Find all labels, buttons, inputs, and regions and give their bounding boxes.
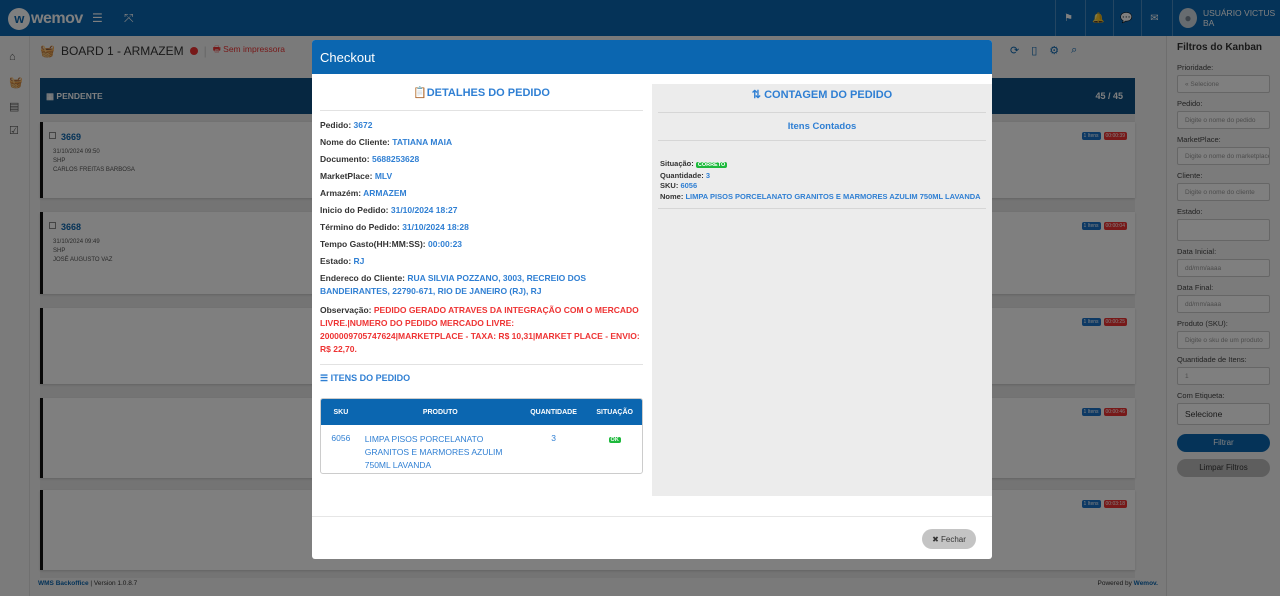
detail-field: Armazém: ARMAZEM bbox=[320, 188, 407, 198]
close-button[interactable]: ✖ Fechar bbox=[922, 529, 976, 549]
col-sku: SKU bbox=[333, 408, 349, 416]
detail-field: Pedido: 3672 bbox=[320, 120, 373, 130]
detail-field: Documento: 5688253628 bbox=[320, 154, 420, 164]
details-title: 📋DETALHES DO PEDIDO bbox=[413, 87, 550, 99]
row-sku: 6056 bbox=[331, 433, 351, 443]
counted-item: Situação: CORRETO Quantidade: 3 SKU: 605… bbox=[660, 159, 981, 201]
table-row: 6056 LIMPA PISOS PORCELANATO GRANITOS E … bbox=[321, 425, 642, 472]
col-product: PRODUTO bbox=[422, 408, 458, 416]
row-quantity: 3 bbox=[551, 433, 556, 443]
order-details: 📋DETALHES DO PEDIDO Pedido: 3672 Nome do… bbox=[320, 86, 643, 474]
address-field: Endereco do Cliente: RUA SILVIA POZZANO,… bbox=[320, 273, 587, 296]
detail-field: Término do Pedido: 31/10/2024 18:28 bbox=[320, 222, 469, 232]
modal-footer: ✖ Fechar bbox=[312, 516, 992, 559]
detail-field: Estado: RJ bbox=[320, 256, 365, 266]
detail-field: Tempo Gasto(HH:MM:SS): 00:00:23 bbox=[320, 239, 463, 249]
modal-body: 📋DETALHES DO PEDIDO Pedido: 3672 Nome do… bbox=[312, 74, 992, 516]
status-badge: CORRETO bbox=[695, 162, 728, 168]
detail-field: MarketPlace: MLV bbox=[320, 171, 393, 181]
sort-icon: ⇅ bbox=[751, 89, 761, 101]
clipboard-icon: 📋 bbox=[413, 87, 427, 99]
modal-title: Checkout bbox=[320, 49, 375, 65]
order-count: ⇅ CONTAGEM DO PEDIDO Itens Contados Situ… bbox=[652, 84, 992, 496]
items-table: SKU PRODUTO QUANTIDADE SITUAÇÃO 6056 LIM… bbox=[320, 398, 643, 474]
observation-field: Observação: PEDIDO GERADO ATRAVES DA INT… bbox=[320, 305, 640, 354]
items-title: ☰ ITENS DO PEDIDO bbox=[320, 373, 411, 383]
modal-header: Checkout bbox=[312, 40, 992, 74]
list-icon: ☰ bbox=[320, 373, 329, 383]
detail-field: Inicio do Pedido: 31/10/2024 18:27 bbox=[320, 205, 458, 215]
col-quantity: QUANTIDADE bbox=[530, 408, 577, 416]
row-status: OK bbox=[608, 437, 621, 443]
table-header: SKU PRODUTO QUANTIDADE SITUAÇÃO bbox=[321, 399, 642, 425]
col-status: SITUAÇÃO bbox=[596, 408, 633, 416]
checkout-modal: Checkout 📋DETALHES DO PEDIDO Pedido: 367… bbox=[312, 40, 992, 559]
close-icon: ✖ bbox=[932, 534, 939, 544]
detail-field: Nome do Cliente: TATIANA MAIA bbox=[320, 137, 453, 147]
count-title: ⇅ CONTAGEM DO PEDIDO bbox=[751, 89, 893, 101]
row-product: LIMPA PISOS PORCELANATO GRANITOS E MARMO… bbox=[364, 434, 503, 470]
counted-title: Itens Contados bbox=[787, 121, 857, 132]
